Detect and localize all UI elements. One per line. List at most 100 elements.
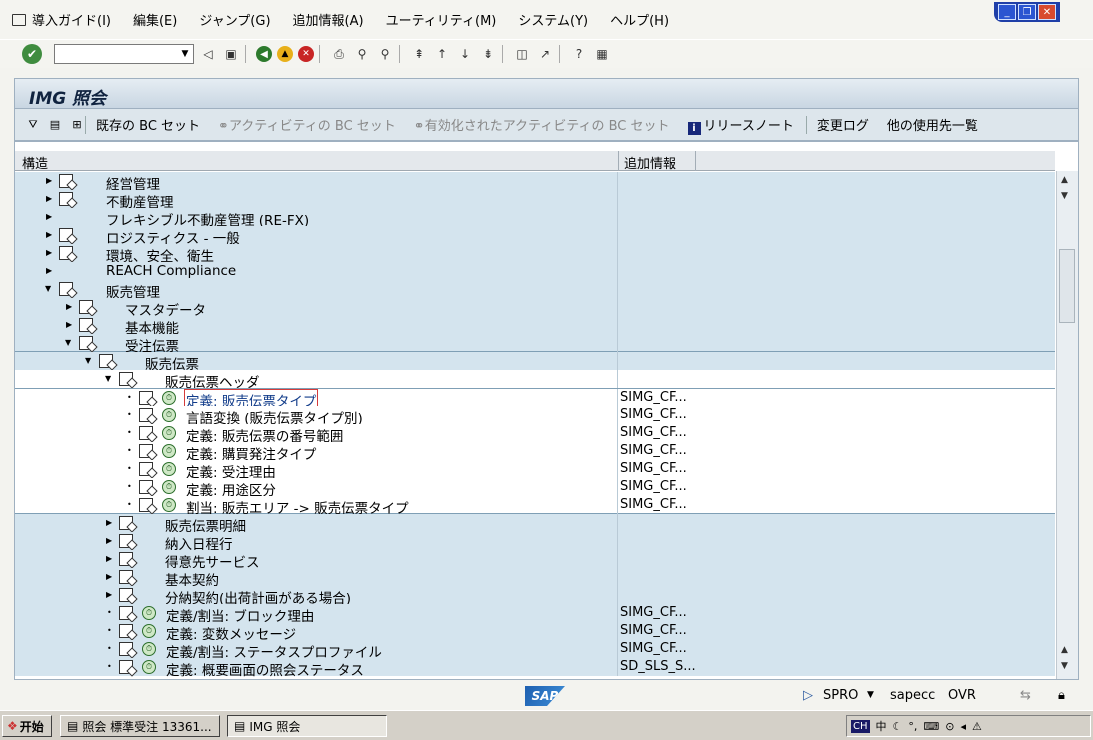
scroll-down-icon[interactable]: ▼	[1061, 661, 1068, 671]
tree-activity[interactable]: • ⏱ 定義: 受注理由 SIMG_CF...	[15, 460, 1055, 481]
status-settings-icon[interactable]: ⇆	[1020, 688, 1031, 703]
execute-clock-icon[interactable]: ⏱	[142, 606, 156, 620]
collapsed-arrow-icon[interactable]: ▶	[106, 532, 116, 550]
tree-activity[interactable]: • ⏱ 定義: 販売伝票タイプ SIMG_CF...	[15, 388, 1055, 411]
filter-icon[interactable]: ⛛	[25, 117, 41, 133]
document-icon[interactable]	[119, 642, 133, 656]
insert-mode[interactable]: OVR	[948, 688, 976, 703]
exit-icon[interactable]: ▲	[277, 46, 293, 62]
enabled-activity-bc-set-button[interactable]: ⚭有効化されたアクティビティの BC セット	[414, 115, 670, 134]
tree-node[interactable]: ▶ 得意先サービス	[15, 550, 1055, 571]
tree-activity[interactable]: • ⏱ 定義: 用途区分 SIMG_CF...	[15, 478, 1055, 499]
column-divider[interactable]	[618, 151, 619, 171]
tree-node[interactable]: ▶ ロジスティクス - 一般	[15, 226, 1055, 247]
tree-node[interactable]: ▶ 経営管理	[15, 172, 1055, 193]
document-icon[interactable]	[139, 498, 153, 512]
transaction-code[interactable]: SPRO	[823, 688, 858, 703]
menu-edit[interactable]: 編集(E)	[133, 10, 177, 29]
dropdown-arrow-icon[interactable]: ▼	[177, 49, 193, 59]
execute-clock-icon[interactable]: ⏱	[162, 462, 176, 476]
enter-check-icon[interactable]: ✔	[22, 44, 42, 64]
menu-extras[interactable]: 追加情報(A)	[293, 10, 364, 29]
execute-clock-icon[interactable]: ⏱	[142, 660, 156, 674]
scroll-thumb[interactable]	[1059, 249, 1075, 323]
scroll-down-page-icon[interactable]: ▲	[1061, 645, 1068, 655]
expanded-arrow-icon[interactable]: ▼	[105, 370, 115, 388]
scroll-up-icon[interactable]: ▲	[1061, 175, 1068, 185]
tree-node[interactable]: ▼ 販売伝票ヘッダ	[15, 370, 1055, 391]
tree-node[interactable]: ▶ 環境、安全、衛生	[15, 244, 1055, 265]
collapsed-arrow-icon[interactable]: ▶	[46, 172, 56, 190]
tree-node[interactable]: ▶ REACH Compliance	[15, 262, 1055, 280]
tree-activity[interactable]: • ⏱ 定義: 概要画面の照会ステータス SD_SLS_S...	[15, 658, 1055, 679]
collapsed-arrow-icon[interactable]: ▶	[66, 298, 76, 316]
scroll-up-page-icon[interactable]: ▼	[1061, 191, 1068, 201]
maximize-button[interactable]: ❐	[1018, 4, 1036, 20]
tree-activity[interactable]: • ⏱ 定義/割当: ブロック理由 SIMG_CF...	[15, 604, 1055, 625]
expanded-arrow-icon[interactable]: ▼	[45, 280, 55, 298]
close-window-button[interactable]: ✕	[1038, 4, 1056, 20]
document-icon[interactable]	[139, 480, 153, 494]
column-header-addinfo[interactable]: 追加情報	[624, 153, 676, 172]
cancel-icon[interactable]: ✕	[298, 46, 314, 62]
change-log-button[interactable]: 変更ログ	[817, 115, 869, 134]
print-icon[interactable]: ⎙	[330, 45, 348, 63]
ime-mode-icon[interactable]: ☾	[893, 720, 903, 733]
system-dropdown-icon[interactable]: ▼	[867, 690, 874, 700]
tree-activity[interactable]: • ⏱ 定義: 販売伝票の番号範囲 SIMG_CF...	[15, 424, 1055, 445]
expanded-arrow-icon[interactable]: ▼	[65, 334, 75, 352]
collapsed-arrow-icon[interactable]: ▶	[46, 244, 56, 262]
document-icon[interactable]	[139, 391, 153, 405]
document-icon[interactable]	[139, 462, 153, 476]
back-arrow-icon[interactable]: ◁	[199, 45, 217, 63]
shortcut-icon[interactable]: ↗	[536, 45, 554, 63]
document-icon[interactable]	[139, 426, 153, 440]
execute-clock-icon[interactable]: ⏱	[162, 426, 176, 440]
collapsed-arrow-icon[interactable]: ▶	[46, 190, 56, 208]
existing-bc-set-button[interactable]: 既存の BC セット	[96, 115, 200, 134]
tree-node[interactable]: ▶ 不動産管理	[15, 190, 1055, 211]
select-icon[interactable]: ▤	[47, 117, 63, 133]
back-icon[interactable]: ◀	[256, 46, 272, 62]
layout-menu-icon[interactable]: ▦	[593, 45, 611, 63]
start-button[interactable]: ❖ 开始	[2, 715, 52, 737]
taskbar-window-1[interactable]: ▤ 照会 標準受注 13361...	[60, 715, 220, 737]
collapsed-arrow-icon[interactable]: ▶	[106, 514, 116, 532]
tree-activity[interactable]: • ⏱ 言語変換 (販売伝票タイプ別) SIMG_CF...	[15, 406, 1055, 427]
execute-clock-icon[interactable]: ⏱	[142, 642, 156, 656]
tree-node[interactable]: ▼ 受注伝票	[15, 334, 1055, 355]
document-icon[interactable]	[139, 408, 153, 422]
menu-utilities[interactable]: ユーティリティ(M)	[386, 10, 497, 29]
activity-bc-set-button[interactable]: ⚭アクティビティの BC セット	[218, 115, 396, 134]
tree-node[interactable]: ▶ 基本機能	[15, 316, 1055, 337]
collapsed-arrow-icon[interactable]: ▶	[46, 226, 56, 244]
previous-page-icon[interactable]: ↑	[433, 45, 451, 63]
create-session-icon[interactable]: ◫	[513, 45, 531, 63]
keyboard-icon[interactable]: ⌨	[923, 720, 939, 733]
tree-node[interactable]: ▼ 販売伝票	[15, 352, 1055, 373]
execute-clock-icon[interactable]: ⏱	[162, 480, 176, 494]
execute-clock-icon[interactable]: ⏱	[162, 408, 176, 422]
menu-img[interactable]: 導入ガイド(I)	[32, 10, 111, 29]
menu-goto[interactable]: ジャンプ(G)	[199, 10, 270, 29]
tree-activity[interactable]: • ⏱ 定義: 購買発注タイプ SIMG_CF...	[15, 442, 1055, 463]
security-icon[interactable]: ⚠	[972, 720, 982, 733]
execute-clock-icon[interactable]: ⏱	[162, 391, 176, 405]
vertical-scrollbar[interactable]: ▲ ▼ ▲ ▼	[1056, 171, 1078, 679]
minimize-button[interactable]: _	[998, 4, 1016, 20]
expand-icon[interactable]: ⊞	[69, 117, 85, 133]
tree-activity[interactable]: • ⏱ 割当: 販売エリア -> 販売伝票タイプ SIMG_CF...	[15, 496, 1055, 517]
network-icon[interactable]: ⊙	[945, 720, 954, 733]
tree-activity[interactable]: • ⏱ 定義: 変数メッセージ SIMG_CF...	[15, 622, 1055, 643]
punctuation-icon[interactable]: °,	[908, 720, 917, 733]
collapsed-arrow-icon[interactable]: ▶	[106, 568, 116, 586]
ime-indicator[interactable]: CH	[851, 719, 870, 733]
menu-system-icon[interactable]	[12, 13, 26, 26]
tree-node[interactable]: ▶ フレキシブル不動産管理 (RE-FX)	[15, 208, 1055, 229]
document-icon[interactable]	[139, 444, 153, 458]
collapsed-arrow-icon[interactable]: ▶	[46, 262, 56, 280]
lock-icon[interactable]: 🔒︎	[1058, 688, 1065, 703]
tree-node[interactable]: ▶ 基本契約	[15, 568, 1055, 589]
language-indicator[interactable]: 中	[876, 718, 887, 734]
menu-help[interactable]: ヘルプ(H)	[610, 10, 669, 29]
